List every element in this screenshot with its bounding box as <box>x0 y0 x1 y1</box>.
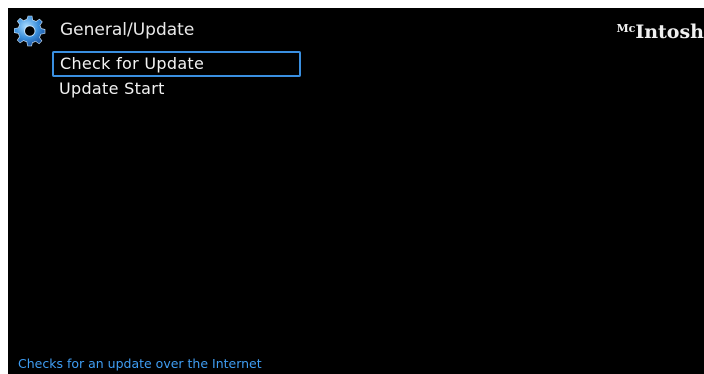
brand-logo-name: Intosh <box>635 21 704 43</box>
help-hint-text: Checks for an update over the Internet <box>18 356 262 371</box>
page-title: General/Update <box>60 20 195 40</box>
update-menu: Check for Update Update Start <box>52 51 312 103</box>
menu-item-update-start[interactable]: Update Start <box>52 77 312 103</box>
header-bar: General/Update McIntosh <box>8 8 704 52</box>
brand-logo: McIntosh <box>616 18 704 43</box>
menu-item-label: Check for Update <box>60 54 205 73</box>
gear-icon <box>14 15 46 47</box>
tv-osd-screen: General/Update McIntosh Check for Update… <box>8 8 704 374</box>
menu-item-check-for-update[interactable]: Check for Update <box>52 51 301 77</box>
menu-item-label: Update Start <box>59 79 165 98</box>
brand-logo-prefix: Mc <box>616 22 636 35</box>
